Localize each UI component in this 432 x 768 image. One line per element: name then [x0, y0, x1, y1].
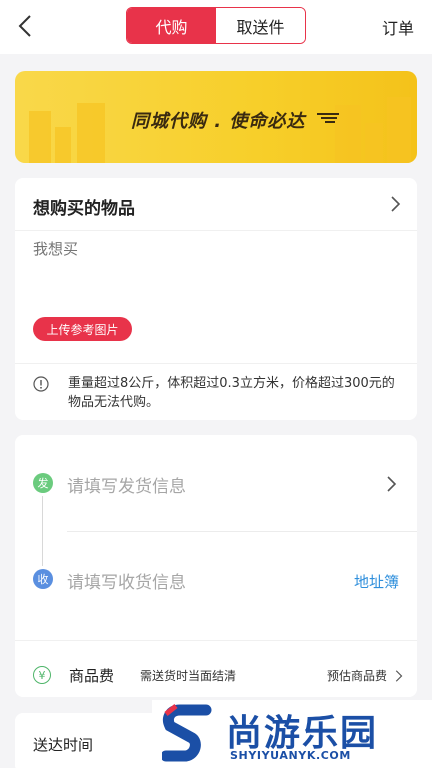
item-description-input[interactable] [33, 240, 393, 258]
purchase-item-card: 想购买的物品 上传参考图片 重量超过8公斤，体积超过0.3立方米，价格超过300… [15, 178, 417, 420]
divider [15, 230, 417, 231]
delivery-time-label: 送达时间 [33, 736, 94, 754]
address-card: 发 请填写发货信息 收 请填写收货信息 地址簿 ¥ 商品费 需送货时当面结清 预… [15, 435, 417, 697]
divider [15, 640, 417, 641]
speed-lines-icon [317, 113, 339, 123]
receive-badge: 收 [33, 569, 53, 589]
goods-fee-label: 商品费 [69, 667, 115, 685]
divider [67, 531, 417, 532]
watermark-url: SHYIYUANYK.COM [230, 749, 351, 762]
estimate-goods-fee-link[interactable]: 预估商品费 [327, 667, 387, 684]
receive-info-field[interactable]: 请填写收货信息 [67, 568, 186, 593]
banner-slogan: 同城代购 . 使命必达 [131, 111, 306, 132]
divider [15, 363, 417, 364]
back-chevron-left-icon[interactable] [14, 12, 38, 40]
chevron-right-icon[interactable] [385, 475, 397, 493]
watermark-logo-icon [162, 704, 212, 762]
mode-segmented-control: 代购 取送件 [126, 7, 306, 44]
tab-daigou[interactable]: 代购 [127, 8, 216, 43]
upload-reference-image-button[interactable]: 上传参考图片 [33, 317, 132, 341]
purchase-title: 想购买的物品 [33, 199, 135, 219]
goods-fee-description: 需送货时当面结清 [140, 669, 237, 683]
promo-banner[interactable]: 同城代购 . 使命必达 [15, 71, 417, 163]
tab-pickup-delivery[interactable]: 取送件 [216, 8, 305, 43]
send-badge: 发 [33, 473, 53, 493]
chevron-right-icon[interactable] [394, 669, 403, 683]
yen-icon: ¥ [33, 666, 51, 684]
route-line [42, 496, 43, 566]
watermark: 尚游乐园 SHYIYUANYK.COM [152, 700, 432, 768]
info-icon [33, 376, 49, 392]
orders-link[interactable]: 订单 [382, 15, 414, 39]
send-info-field[interactable]: 请填写发货信息 [67, 472, 186, 497]
purchase-restriction-notice: 重量超过8公斤，体积超过0.3立方米，价格超过300元的物品无法代购。 [68, 376, 395, 410]
chevron-right-icon[interactable] [389, 195, 401, 213]
address-book-link[interactable]: 地址簿 [354, 571, 399, 592]
top-bar: 代购 取送件 订单 [0, 0, 432, 54]
